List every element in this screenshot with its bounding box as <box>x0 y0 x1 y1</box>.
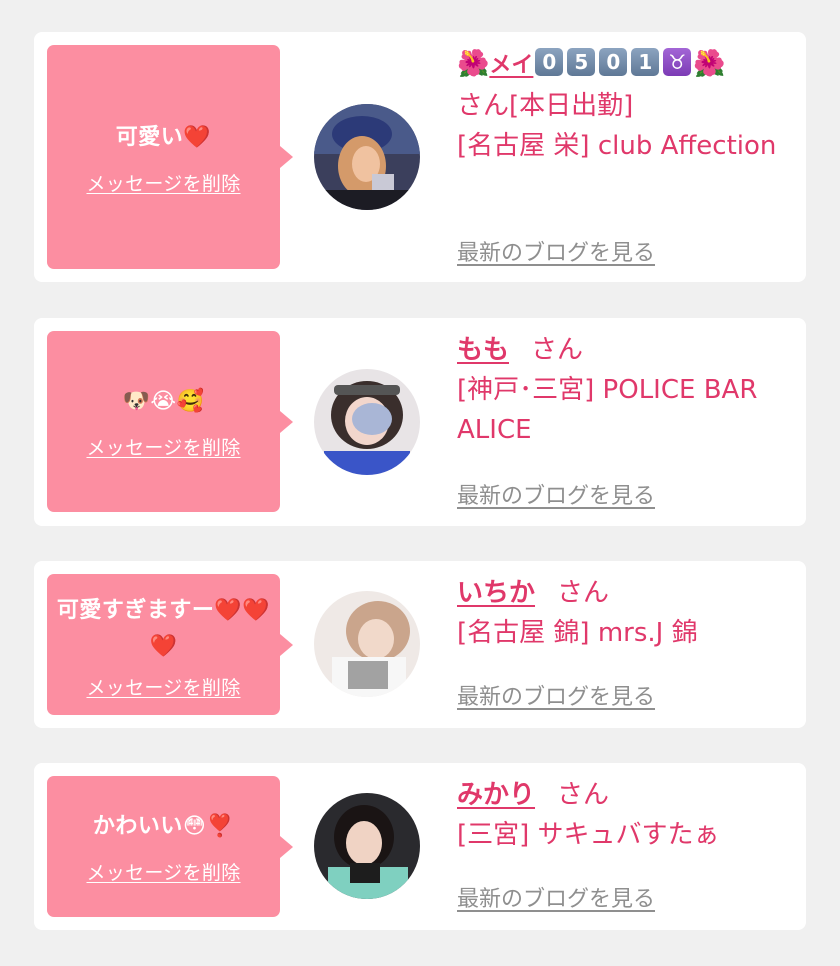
delete-message-link[interactable]: メッセージを削除 <box>86 858 240 885</box>
shop-name: [神戸･三宮] POLICE BAR ALICE <box>457 375 758 445</box>
message-text: 可愛い❤️ <box>115 124 212 150</box>
message-card: 可愛い❤️ メッセージを削除 🌺メイ 0 5 0 1 ♉ 🌺 さん[本日出勤] [名古屋 栄… <box>34 32 806 282</box>
cast-status: さん[本日出勤] <box>457 91 634 121</box>
shop-name: [三宮] サキュバすたぁ <box>457 820 720 850</box>
delete-message-link[interactable]: メッセージを削除 <box>86 433 240 460</box>
taurus-icon: ♉ <box>663 48 692 76</box>
cast-name-line: みかり さん <box>457 775 790 815</box>
message-text: 可愛すぎますー❤️❤️❤️ <box>56 598 271 659</box>
cast-name-line: 🌺メイ 0 5 0 1 ♉ 🌺 <box>457 44 790 86</box>
keycap-digit-icon: 1 <box>631 48 660 76</box>
message-text: 🐶😭🥰 <box>122 389 205 414</box>
keycap-digit-icon: 0 <box>599 48 628 76</box>
delete-message-link[interactable]: メッセージを削除 <box>86 673 240 700</box>
cast-name-line: いちか さん <box>457 573 790 613</box>
cast-name-link[interactable]: メイ <box>489 53 533 78</box>
message-bubble: 🐶😭🥰 メッセージを削除 <box>47 331 293 512</box>
cast-info: いちか さん [名古屋 錦] mrs.J 錦 <box>457 573 790 653</box>
cast-info: もも さん [神戸･三宮] POLICE BAR ALICE <box>457 330 790 450</box>
cast-info: 🌺メイ 0 5 0 1 ♉ 🌺 さん[本日出勤] [名古屋 栄] club Affectio… <box>457 44 790 166</box>
keycap-digit-icon: 0 <box>535 48 564 76</box>
cast-name-link[interactable]: もも <box>457 335 509 365</box>
avatar[interactable] <box>314 104 420 210</box>
message-text: かわいい😳❣️ <box>92 814 235 839</box>
cast-name-link[interactable]: みかり <box>457 780 535 810</box>
cast-info: みかり さん [三宮] サキュバすたぁ <box>457 775 790 855</box>
hibiscus-icon: 🌺 <box>693 49 726 79</box>
view-blog-link[interactable]: 最新のブログを見る <box>457 235 655 267</box>
cast-name-line: もも さん <box>457 330 790 370</box>
avatar[interactable] <box>314 369 420 475</box>
hibiscus-icon: 🌺 <box>457 49 490 79</box>
shop-name: [名古屋 栄] club Affection <box>457 131 777 161</box>
message-card: 可愛すぎますー❤️❤️❤️ メッセージを削除 いちか さん [名古屋 錦] mrs… <box>34 561 806 728</box>
honorific: さん <box>557 578 610 608</box>
avatar[interactable] <box>314 793 420 899</box>
honorific: さん <box>557 780 610 810</box>
view-blog-link[interactable]: 最新のブログを見る <box>457 679 655 711</box>
shop-name: [名古屋 錦] mrs.J 錦 <box>457 618 698 648</box>
message-card: かわいい😳❣️ メッセージを削除 みかり さん [三宮] サキュバすたぁ 最新のブ… <box>34 763 806 930</box>
keycap-digit-icon: 5 <box>567 48 596 76</box>
message-bubble: かわいい😳❣️ メッセージを削除 <box>47 776 293 917</box>
message-bubble: 可愛すぎますー❤️❤️❤️ メッセージを削除 <box>47 574 293 715</box>
message-bubble: 可愛い❤️ メッセージを削除 <box>47 45 293 269</box>
view-blog-link[interactable]: 最新のブログを見る <box>457 478 655 510</box>
cast-name-link[interactable]: いちか <box>457 578 535 608</box>
message-list: 可愛い❤️ メッセージを削除 🌺メイ 0 5 0 1 ♉ 🌺 さん[本日出勤] [名古屋 栄… <box>0 0 840 966</box>
delete-message-link[interactable]: メッセージを削除 <box>86 169 240 196</box>
view-blog-link[interactable]: 最新のブログを見る <box>457 881 655 913</box>
avatar[interactable] <box>314 591 420 697</box>
message-card: 🐶😭🥰 メッセージを削除 もも さん [神戸･三宮] POLICE BAR ALI… <box>34 318 806 526</box>
honorific: さん <box>531 335 584 365</box>
